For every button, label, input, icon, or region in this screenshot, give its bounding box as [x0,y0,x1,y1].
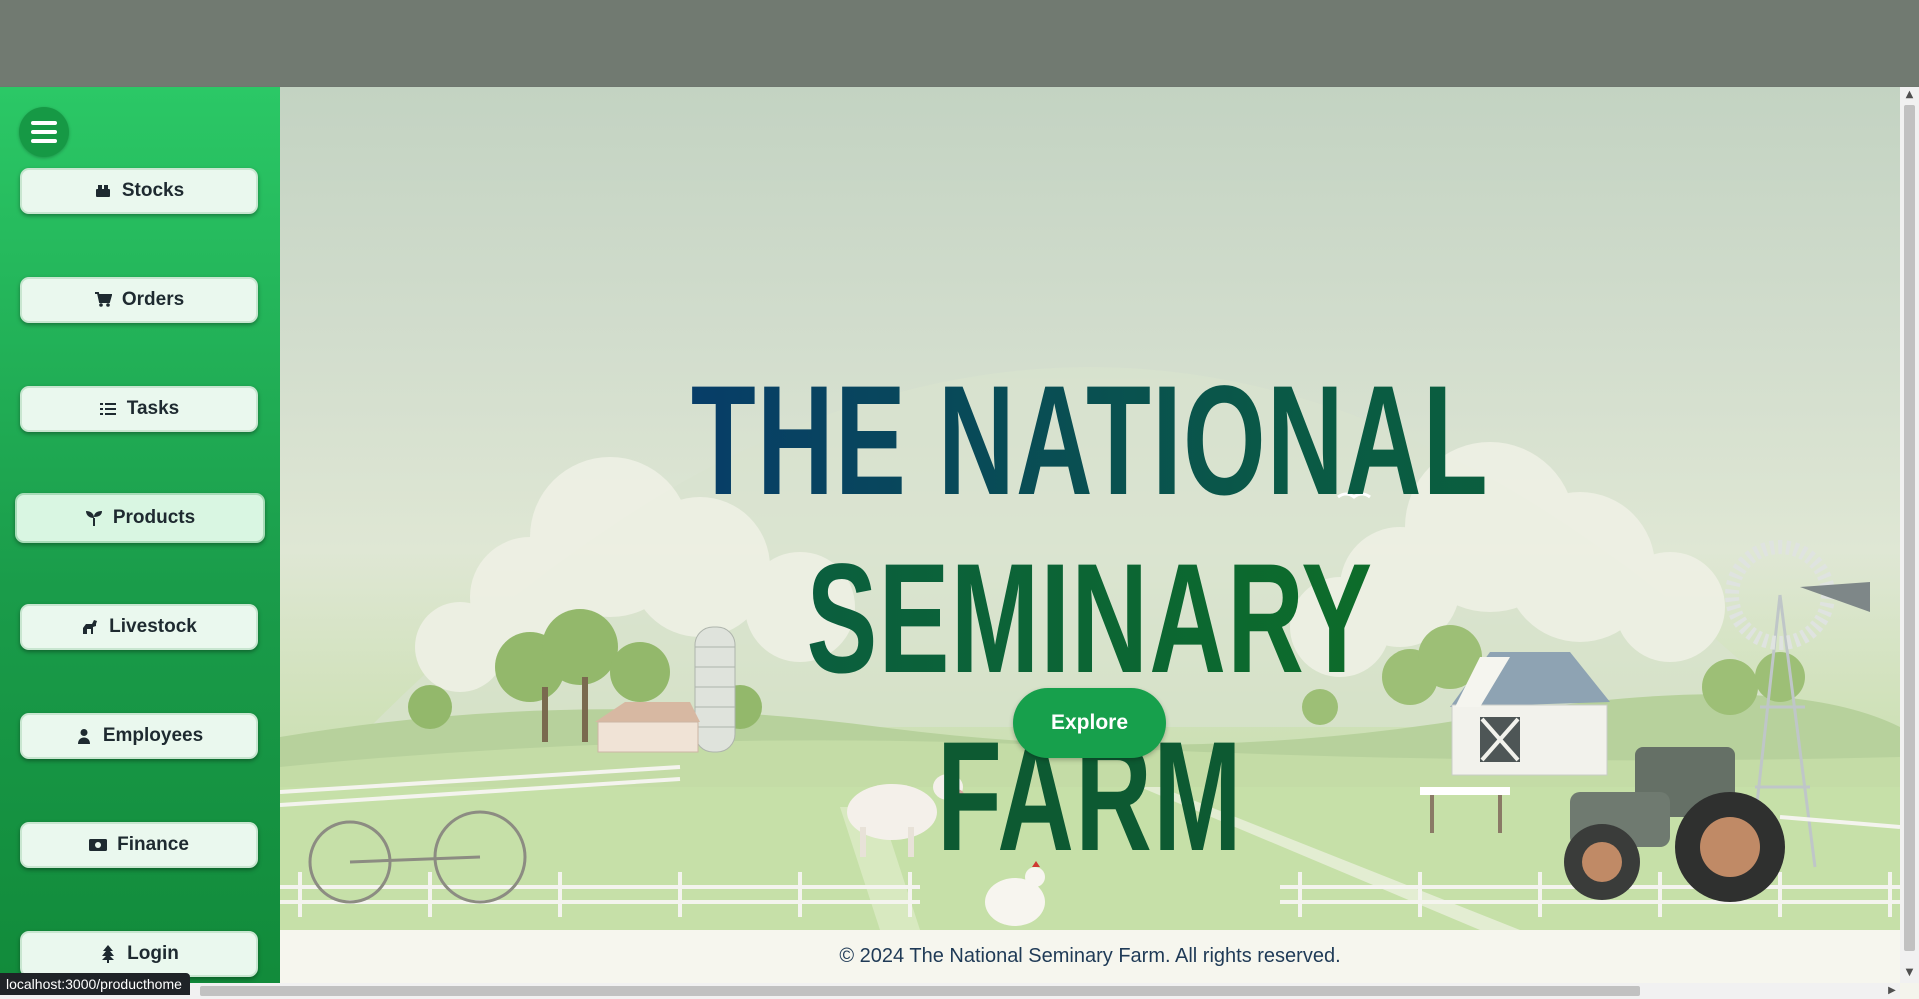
hero-title-line-1: THE NATIONAL SEMINARY [690,353,1490,706]
sidebar-item-label: Login [127,943,179,964]
sidebar-item-label: Stocks [121,180,185,201]
status-bar-url: localhost:3000/producthome [0,973,190,995]
footer: © 2024 The National Seminary Farm. All r… [280,930,1900,983]
hamburger-line [31,130,57,134]
scroll-down-arrow-icon[interactable]: ▼ [1900,965,1919,981]
sidebar-item-label: Employees [102,725,204,746]
list-icon [99,400,117,418]
sidebar-item-login[interactable]: Login [20,931,258,977]
user-icon [75,727,93,745]
horizontal-scrollbar[interactable]: ▶ [0,983,1900,999]
hero-section: THE NATIONAL SEMINARY FARM Explore [280,87,1900,930]
hero-title: THE NATIONAL SEMINARY FARM [539,352,1641,886]
sidebar-item-label: Livestock [109,616,197,637]
vertical-scrollbar[interactable]: ▲ ▼ [1900,87,1919,983]
vertical-scroll-thumb[interactable] [1904,105,1915,951]
sidebar-item-label: Tasks [126,398,180,419]
sidebar-item-tasks[interactable]: Tasks [20,386,258,432]
horizontal-scroll-thumb[interactable] [200,986,1640,996]
seedling-icon [85,509,103,527]
sidebar-item-label: Products [112,507,196,528]
scroll-right-arrow-icon[interactable]: ▶ [1884,983,1900,999]
tree-icon [99,945,117,963]
sidebar: Stocks Orders Tasks Products Livestock E… [0,87,280,999]
sidebar-item-finance[interactable]: Finance [20,822,258,868]
browser-top-area [0,0,1919,86]
sidebar-item-stocks[interactable]: Stocks [20,168,258,214]
horse-icon [81,618,99,636]
sidebar-item-livestock[interactable]: Livestock [20,604,258,650]
sidebar-item-employees[interactable]: Employees [20,713,258,759]
money-icon [89,836,108,854]
hamburger-line [31,139,57,143]
sidebar-item-products[interactable]: Products [15,493,265,543]
page-viewport: Stocks Orders Tasks Products Livestock E… [0,87,1919,999]
sidebar-item-label: Finance [117,834,189,855]
scroll-up-arrow-icon[interactable]: ▲ [1900,87,1919,103]
sidebar-item-label: Orders [121,289,185,310]
explore-button[interactable]: Explore [1013,688,1166,758]
footer-copyright: © 2024 The National Seminary Farm. All r… [839,945,1341,967]
sidebar-item-orders[interactable]: Orders [20,277,258,323]
hamburger-line [31,121,57,125]
boxes-icon [94,182,112,200]
cart-icon [94,291,112,309]
hamburger-menu-button[interactable] [19,107,69,157]
